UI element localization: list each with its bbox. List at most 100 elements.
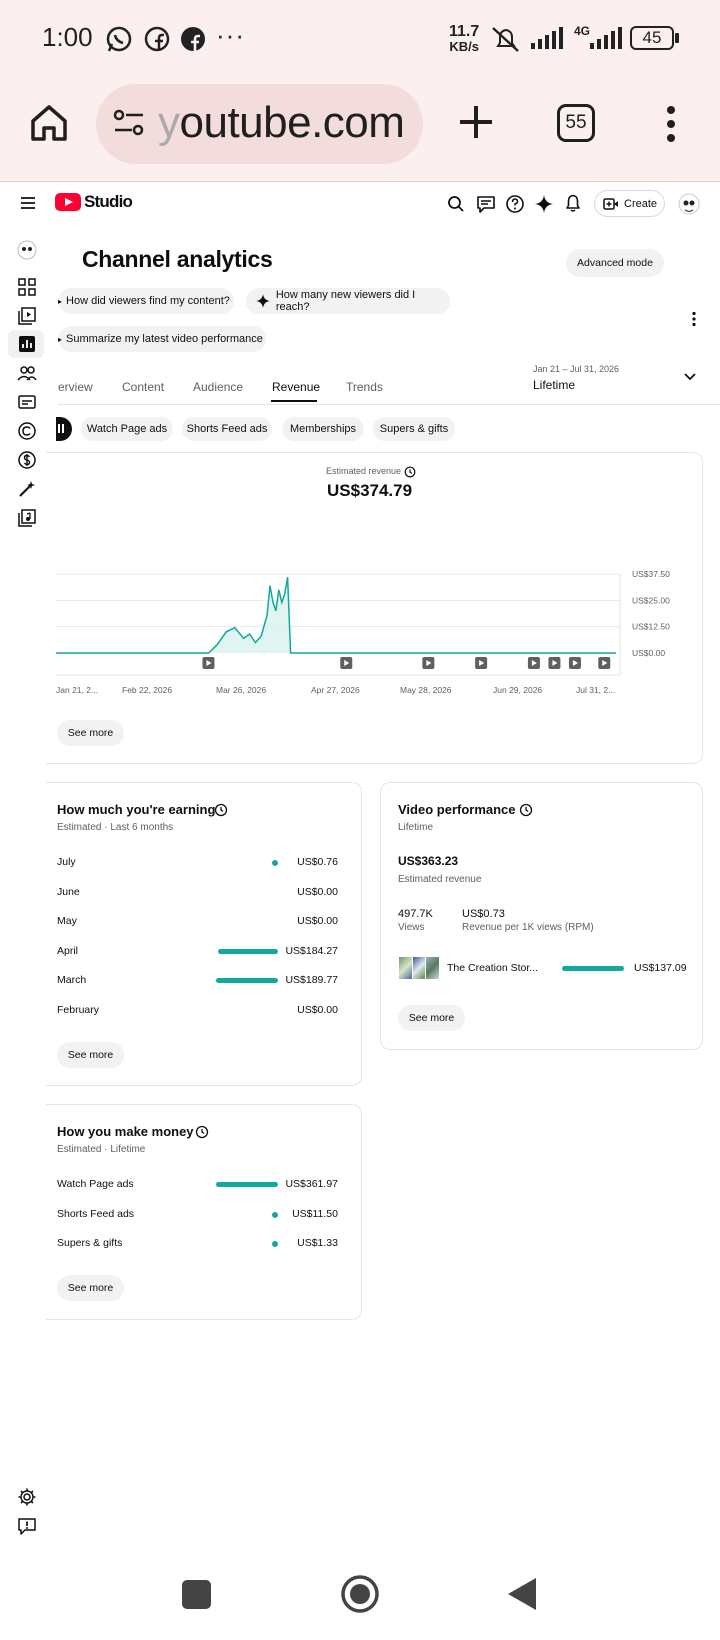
- chip-label: How many new viewers did I reach?: [275, 289, 416, 313]
- studio-logo-text[interactable]: Studio: [84, 192, 133, 212]
- hamburger-menu-icon[interactable]: [20, 195, 36, 211]
- filter-chip-shorts-feed-ads[interactable]: Shorts Feed ads: [182, 417, 272, 441]
- clock-icon[interactable]: [404, 466, 416, 478]
- content-icon[interactable]: [17, 306, 37, 326]
- whatsapp-icon: [106, 26, 132, 52]
- filter-chip-memberships[interactable]: Memberships: [282, 417, 364, 441]
- back-button[interactable]: [506, 1576, 538, 1612]
- channel-avatar-icon[interactable]: [17, 240, 37, 260]
- y-tick-label: US$12.50: [632, 622, 670, 632]
- question-chip-find-content[interactable]: ▸ How did viewers find my content?: [58, 288, 234, 314]
- clock-icon[interactable]: [519, 803, 533, 817]
- status-time: 1:00: [42, 22, 93, 52]
- more-options-icon[interactable]: [691, 311, 697, 327]
- page-title: Channel analytics: [82, 246, 273, 272]
- filter-chip-supers-gifts[interactable]: Supers & gifts: [373, 417, 455, 441]
- make-money-row-bar: [272, 1241, 278, 1247]
- help-icon[interactable]: [505, 194, 525, 214]
- url-text[interactable]: youtube.com: [158, 98, 405, 148]
- earning-subtitle: Estimated · Last 6 months: [57, 822, 174, 833]
- tab-audience[interactable]: Audience: [193, 380, 243, 394]
- home-icon[interactable]: [28, 102, 70, 144]
- top-video-title[interactable]: The Creation Stor...: [447, 962, 538, 974]
- make-money-subtitle: Estimated · Lifetime: [57, 1144, 146, 1155]
- battery-tip: [675, 33, 679, 43]
- earning-row-value: US$0.00: [297, 1003, 338, 1016]
- rpm-value: US$0.73: [462, 908, 505, 920]
- audio-library-icon[interactable]: [17, 508, 37, 528]
- mute-icon: [492, 27, 519, 52]
- notifications-bell-icon[interactable]: [564, 193, 582, 213]
- tab-count: 55: [565, 112, 587, 133]
- clock-icon[interactable]: [214, 803, 228, 817]
- top-video-revenue-bar: [562, 966, 624, 971]
- copyright-icon[interactable]: [17, 421, 37, 441]
- thumbnail-frame: [426, 957, 440, 979]
- revenue-line: [56, 577, 616, 654]
- x-tick-label: May 28, 2026: [400, 685, 452, 695]
- tab-count-button[interactable]: 55: [557, 104, 595, 142]
- youtube-logo-icon[interactable]: [55, 193, 81, 211]
- network-speed: 11.7 KB/s: [449, 23, 480, 55]
- create-video-icon: [603, 197, 618, 210]
- tab-trends[interactable]: Trends: [346, 380, 383, 394]
- date-range-selector[interactable]: Jan 21 – Jul 31, 2026 Lifetime: [533, 364, 701, 394]
- views-value: 497.7K: [398, 908, 433, 920]
- browser-menu-icon[interactable]: [663, 104, 679, 144]
- filter-chip-all[interactable]: [56, 417, 72, 441]
- site-settings-icon[interactable]: [112, 106, 146, 140]
- revenue-label: Estimated revenue: [326, 466, 402, 476]
- new-tab-icon[interactable]: [456, 102, 496, 142]
- sparkle-icon: [256, 294, 270, 308]
- customization-wand-icon[interactable]: [17, 479, 37, 499]
- make-money-see-more-button[interactable]: See more: [57, 1275, 124, 1301]
- earning-see-more-button[interactable]: See more: [57, 1042, 124, 1068]
- avatar[interactable]: [678, 193, 700, 215]
- revenue-see-more-button[interactable]: See more: [57, 720, 124, 746]
- chip-bars-icon: [62, 424, 64, 433]
- revenue-chart[interactable]: US$37.50 US$25.00 US$12.50 US$0.00 Jan 21, 2…: [56, 560, 706, 700]
- make-money-row-value: US$11.50: [292, 1207, 338, 1220]
- revenue-total: US$374.79: [327, 481, 413, 500]
- y-tick-label: US$37.50: [632, 569, 670, 579]
- filter-chip-watch-page-ads[interactable]: Watch Page ads: [81, 417, 173, 441]
- earning-row-bar: [216, 978, 278, 983]
- question-chip-new-viewers[interactable]: How many new viewers did I reach?: [246, 288, 450, 314]
- video-thumbnail[interactable]: [399, 957, 440, 979]
- x-tick-label: Apr 27, 2026: [311, 685, 360, 695]
- send-feedback-icon[interactable]: [17, 1516, 37, 1536]
- feedback-messages-icon[interactable]: [476, 194, 496, 214]
- subtitles-icon[interactable]: [17, 392, 37, 412]
- revenue-area: [56, 577, 616, 653]
- create-button[interactable]: Create: [594, 190, 665, 217]
- battery-icon: 45: [630, 26, 674, 50]
- recent-apps-button[interactable]: [182, 1580, 211, 1609]
- advanced-mode-button[interactable]: Advanced mode: [566, 249, 664, 277]
- sparkle-icon[interactable]: [534, 194, 554, 214]
- analytics-icon[interactable]: [17, 334, 37, 354]
- tab-overview[interactable]: erview: [58, 380, 93, 394]
- tab-revenue[interactable]: Revenue: [272, 380, 320, 394]
- question-chip-summarize[interactable]: ▸ Summarize my latest video performance: [58, 326, 266, 352]
- x-tick-label: Feb 22, 2026: [122, 685, 172, 695]
- earning-row-label: February: [57, 1003, 100, 1016]
- make-money-row-value: US$361.97: [285, 1178, 338, 1190]
- clock-icon[interactable]: [195, 1125, 209, 1139]
- community-icon[interactable]: [17, 363, 37, 383]
- make-money-row-bar: [272, 1211, 278, 1218]
- tab-content[interactable]: Content: [122, 380, 164, 394]
- home-button[interactable]: [340, 1574, 380, 1614]
- chip-arrow-icon: ▸: [58, 296, 63, 306]
- create-label: Create: [624, 197, 658, 210]
- earning-row-value: US$184.27: [285, 944, 338, 957]
- settings-gear-icon[interactable]: [17, 1487, 37, 1507]
- earn-icon[interactable]: [17, 450, 37, 470]
- dashboard-icon[interactable]: [17, 277, 37, 297]
- chip-arrow-icon: ▸: [58, 334, 63, 344]
- make-money-row-bar: [216, 1182, 278, 1187]
- video-performance-see-more-button[interactable]: See more: [398, 1005, 465, 1031]
- search-icon[interactable]: [447, 195, 465, 213]
- video-revenue-label: Estimated revenue: [398, 874, 482, 885]
- date-range-text: Jan 21 – Jul 31, 2026: [533, 364, 620, 374]
- chip-label: Summarize my latest video performance: [66, 333, 263, 345]
